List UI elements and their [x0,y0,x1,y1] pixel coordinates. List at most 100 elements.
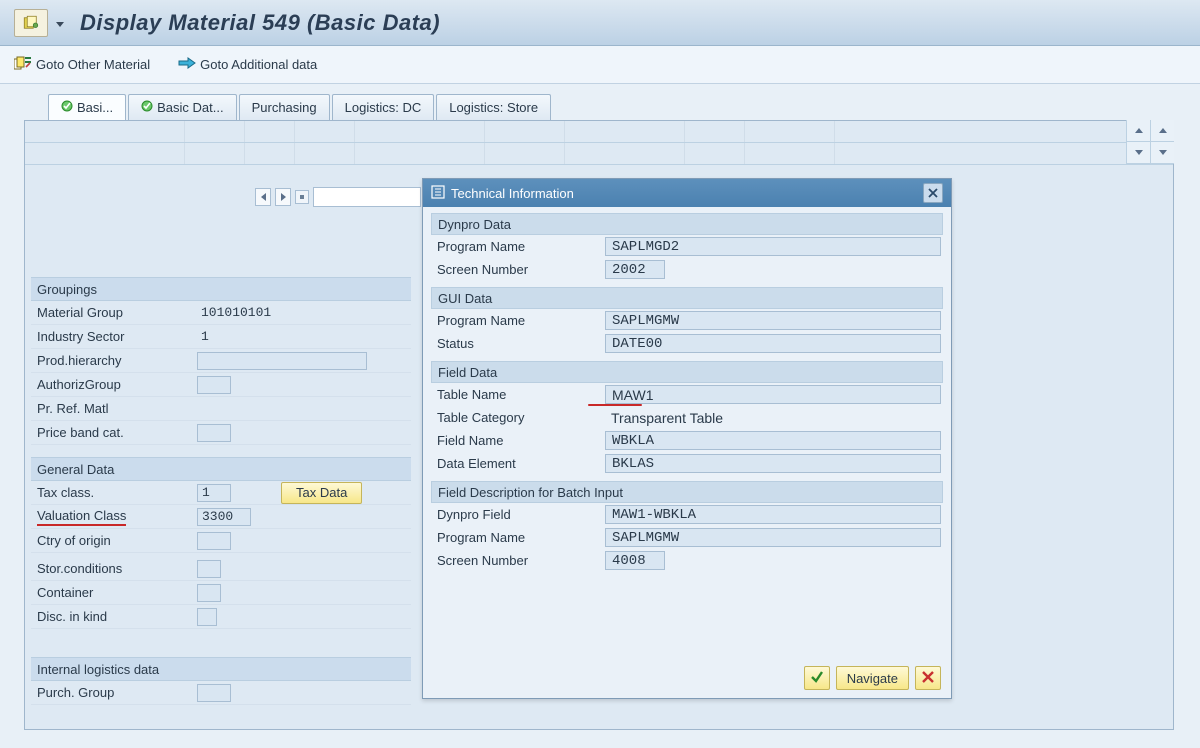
batch-dynpro-field-value: MAW1-WBKLA [605,505,941,524]
prod-hierarchy-field[interactable] [197,352,367,370]
cancel-button[interactable] [915,666,941,690]
content-area: Basi... Basic Dat... Purchasing Logistic… [0,84,1200,748]
lbl: Status [437,336,605,351]
tab-label: Basic Dat... [157,100,223,115]
scroll-down-button[interactable] [1127,142,1150,164]
scroll-up-button[interactable] [1127,120,1150,142]
material-group-label: Material Group [37,305,197,320]
stor-conditions-label: Stor.conditions [37,561,197,576]
triangle-left-icon [261,193,266,201]
pager-prev-button[interactable] [255,188,271,206]
goto-additional-label: Goto Additional data [200,57,317,72]
dialog-close-button[interactable] [923,183,943,203]
tax-class-field[interactable]: 1 [197,484,231,502]
tab-body: Groupings Material Group 101010101 Indus… [24,120,1174,730]
navigate-button-label: Navigate [847,671,898,686]
tab-label: Logistics: Store [449,100,538,115]
industry-sector-value: 1 [197,328,257,346]
industry-sector-label: Industry Sector [37,329,197,344]
ctry-of-origin-label: Ctry of origin [37,533,197,548]
pr-ref-matl-label: Pr. Ref. Matl [37,401,197,416]
container-label: Container [37,585,197,600]
disc-in-kind-label: Disc. in kind [37,609,197,624]
internal-logistics-title: Internal logistics data [31,657,411,681]
dialog-icon [431,185,445,202]
price-band-cat-field[interactable] [197,424,231,442]
tab-basic-1[interactable]: Basi... [48,94,126,120]
goto-additional-data-button[interactable]: Goto Additional data [178,55,317,74]
lbl: Table Category [437,410,605,425]
triangle-up-icon [1135,128,1143,133]
arrow-right-icon [178,55,196,74]
dynpro-screen-number-value: 2002 [605,260,665,279]
navigate-button[interactable]: Navigate [836,666,909,690]
lbl: Screen Number [437,262,605,277]
pager-next-button[interactable] [275,188,291,206]
grid-header-row-1 [25,121,1173,143]
lbl: Field Name [437,433,605,448]
technical-information-dialog: Technical Information Dynpro Data Progra… [422,178,952,699]
toolbar: Goto Other Material Goto Additional data [0,46,1200,84]
goto-other-material-button[interactable]: Goto Other Material [14,55,150,74]
general-data-box: General Data Tax class. 1 Tax Data Valua… [31,457,411,629]
tab-label: Logistics: DC [345,100,422,115]
field-table-name-value: MAW1 [605,385,941,404]
tax-data-button[interactable]: Tax Data [281,482,362,504]
app-icon[interactable] [14,9,48,37]
price-band-cat-label: Price band cat. [37,425,197,440]
cancel-icon [922,671,934,686]
triangle-down-icon [1159,150,1167,155]
scroll-up-button-2[interactable] [1151,120,1174,142]
grid-header-row-2 [25,143,1173,165]
internal-logistics-box: Internal logistics data Purch. Group [31,657,411,705]
stor-conditions-field[interactable] [197,560,221,578]
check-icon [141,100,153,115]
dynpro-data-title: Dynpro Data [431,213,943,235]
container-field[interactable] [197,584,221,602]
triangle-down-icon [1135,150,1143,155]
tab-basic-2[interactable]: Basic Dat... [128,94,236,120]
material-group-value: 101010101 [197,304,297,322]
menu-dropdown-icon[interactable] [56,22,64,27]
groupings-box: Groupings Material Group 101010101 Indus… [31,277,411,445]
tab-label: Basi... [77,100,113,115]
valuation-class-field[interactable]: 3300 [197,508,251,526]
goto-other-label: Goto Other Material [36,57,150,72]
lbl: Screen Number [437,553,605,568]
page-title: Display Material 549 (Basic Data) [80,10,440,36]
lbl: Dynpro Field [437,507,605,522]
tax-class-label: Tax class. [37,485,197,500]
tab-logistics-store[interactable]: Logistics: Store [436,94,551,120]
field-name-value: WBKLA [605,431,941,450]
dialog-footer: Navigate [804,666,941,690]
triangle-right-icon [281,193,286,201]
check-icon [810,670,824,687]
batch-screen-number-value: 4008 [605,551,665,570]
purch-group-field[interactable] [197,684,231,702]
pager-field[interactable] [313,187,421,207]
tab-purchasing[interactable]: Purchasing [239,94,330,120]
dynpro-program-name-value: SAPLMGD2 [605,237,941,256]
tab-logistics-dc[interactable]: Logistics: DC [332,94,435,120]
tabstrip: Basi... Basic Dat... Purchasing Logistic… [48,94,1200,120]
check-icon [61,100,73,115]
field-data-element-value: BKLAS [605,454,941,473]
general-data-title: General Data [31,457,411,481]
prod-hierarchy-label: Prod.hierarchy [37,353,197,368]
scroll-down-button-2[interactable] [1151,142,1174,164]
lbl: Program Name [437,313,605,328]
gui-program-name-value: SAPLMGMW [605,311,941,330]
batch-program-name-value: SAPLMGMW [605,528,941,547]
scroll-buttons [1126,120,1174,164]
disc-in-kind-checkbox[interactable] [197,608,217,626]
authoriz-group-field[interactable] [197,376,231,394]
close-icon [928,186,938,201]
lbl: Program Name [437,530,605,545]
confirm-button[interactable] [804,666,830,690]
lbl: Data Element [437,456,605,471]
valuation-class-label: Valuation Class [37,508,197,526]
ctry-of-origin-field[interactable] [197,532,231,550]
pager-detail-button[interactable] [295,190,309,204]
gui-status-value: DATE00 [605,334,941,353]
titlebar: Display Material 549 (Basic Data) [0,0,1200,46]
